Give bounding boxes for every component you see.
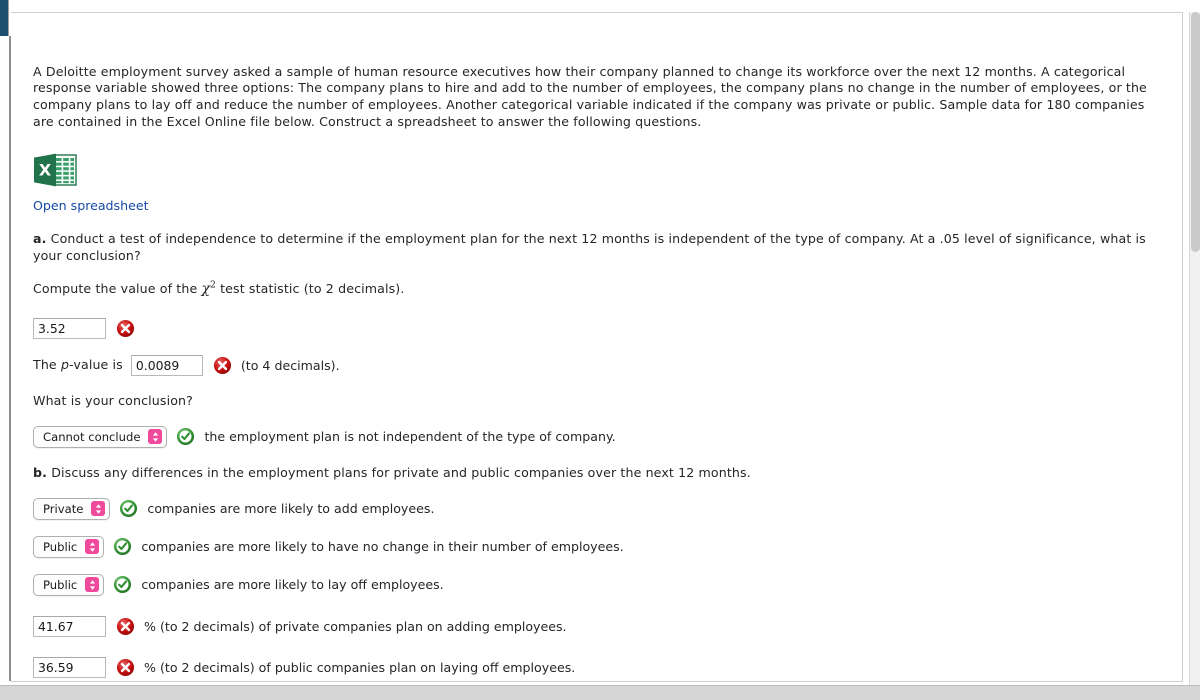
pvalue-suffix: (to 4 decimals). — [240, 358, 340, 374]
red-x-icon — [213, 356, 232, 375]
chi-square-symbol: χ2 — [201, 280, 216, 298]
part-b-text: Discuss any differences in the employmen… — [47, 464, 751, 480]
problem-content: A Deloitte employment survey asked a sam… — [33, 51, 1158, 681]
green-check-icon — [113, 537, 132, 556]
red-x-icon — [116, 617, 135, 636]
part-a-marker: a. — [33, 230, 47, 246]
chevron-updown-icon — [85, 577, 100, 593]
red-x-icon — [116, 319, 135, 338]
statement-trailing-text: companies are more likely to have no cha… — [141, 539, 624, 555]
part-b-question: b. Discuss any differences in the employ… — [33, 465, 1158, 482]
open-spreadsheet-link[interactable]: Open spreadsheet — [33, 198, 149, 213]
conclusion-select-value: Cannot conclude — [43, 429, 141, 444]
part-a-text: Conduct a test of independence to determ… — [33, 230, 1146, 263]
green-check-icon — [119, 499, 138, 518]
left-edge-accent — [0, 0, 9, 36]
green-check-icon — [113, 575, 132, 594]
chevron-updown-icon — [85, 539, 100, 555]
problem-card: A Deloitte employment survey asked a sam… — [11, 12, 1183, 682]
statement-row: Public companies are more — [33, 535, 1158, 558]
pvalue-row: The p-value is (to 4 decimals). — [33, 355, 1158, 377]
pvalue-input[interactable] — [130, 355, 203, 377]
horizontal-scrollbar[interactable] — [0, 685, 1200, 700]
part-a-question: a. Conduct a test of independence to det… — [33, 231, 1158, 265]
problem-intro: A Deloitte employment survey asked a sam… — [33, 63, 1147, 129]
chevron-updown-icon — [91, 501, 106, 517]
percentage-trailing-text: % (to 2 decimals) of public companies pl… — [144, 659, 576, 675]
svg-text:X: X — [39, 160, 52, 179]
compute-statistic-prompt: Compute the value of the χ2 test statist… — [33, 281, 1158, 298]
vertical-scrollbar-thumb[interactable] — [1191, 12, 1200, 252]
green-check-icon — [176, 427, 195, 446]
percentage-row: % (to 2 decimals) of public companies pl… — [33, 656, 1158, 678]
conclusion-row: Cannot conclude the employment plan is n… — [33, 425, 1158, 448]
statement-trailing-text: companies are more likely to lay off emp… — [141, 577, 444, 593]
pvalue-italic-p: p — [60, 357, 70, 373]
company-type-select-1-value: Private — [43, 501, 84, 516]
excel-spreadsheet-icon[interactable]: X — [33, 153, 1158, 191]
percentage-row: % (to 2 decimals) of private companies p… — [33, 615, 1158, 637]
conclusion-select[interactable]: Cannot conclude — [33, 425, 168, 448]
statement-row: Public companies are more — [33, 573, 1158, 596]
company-type-select-2-value: Public — [43, 539, 78, 554]
test-statistic-input[interactable] — [33, 318, 106, 340]
compute-prefix: Compute the value of the — [33, 281, 202, 297]
test-statistic-row — [33, 318, 1158, 340]
browser-viewport: A Deloitte employment survey asked a sam… — [0, 0, 1200, 700]
pvalue-label: The p-value is — [33, 357, 123, 373]
public-layoff-percent-input[interactable] — [33, 656, 106, 678]
chevron-updown-icon — [148, 429, 163, 445]
statement-row: Private companies are more likely to add… — [33, 497, 1158, 520]
statement-trailing-text: companies are more likely to add employe… — [147, 501, 435, 517]
red-x-icon — [116, 658, 135, 677]
part-b-marker: b. — [33, 464, 48, 480]
company-type-select-3-value: Public — [43, 577, 78, 592]
spreadsheet-block: X Open spreadsheet — [33, 153, 1158, 214]
vertical-scrollbar[interactable] — [1189, 12, 1200, 685]
company-type-select-2[interactable]: Public — [33, 535, 105, 558]
percentage-trailing-text: % (to 2 decimals) of private companies p… — [144, 618, 567, 634]
conclusion-question: What is your conclusion? — [33, 393, 193, 409]
conclusion-trailing-text: the employment plan is not independent o… — [204, 429, 616, 445]
company-type-select-3[interactable]: Public — [33, 573, 105, 596]
company-type-select-1[interactable]: Private — [33, 497, 111, 520]
private-adding-percent-input[interactable] — [33, 615, 106, 637]
compute-suffix: test statistic (to 2 decimals). — [215, 281, 405, 297]
